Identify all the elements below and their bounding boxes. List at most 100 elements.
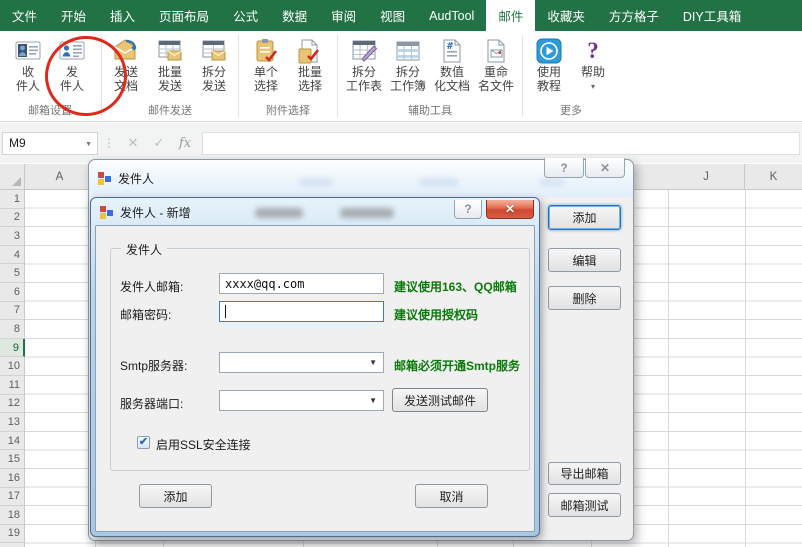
- edit-sender-button[interactable]: 编辑: [548, 248, 621, 272]
- send-test-mail-button[interactable]: 发送测试邮件: [392, 388, 488, 412]
- row-header-15[interactable]: 15: [0, 450, 24, 469]
- cancel-button[interactable]: 取消: [415, 484, 488, 508]
- server-port-combobox[interactable]: ▼: [219, 390, 384, 411]
- combo-dropdown-icon[interactable]: ▼: [369, 396, 377, 405]
- tab-audtool[interactable]: AudTool: [417, 0, 486, 31]
- email-password-input[interactable]: [219, 301, 384, 322]
- tab-ffcell[interactable]: 方方格子: [597, 0, 671, 31]
- new-sender-dialog-titlebar[interactable]: 发件人 - 新增: [100, 204, 191, 221]
- new-sender-close-button[interactable]: ✕: [486, 200, 534, 219]
- winforms-app-icon: [98, 172, 112, 186]
- group-label-attachment-select: 附件选择: [266, 100, 310, 121]
- email-password-hint: 建议使用授权码: [394, 306, 478, 323]
- single-select-button[interactable]: 单个 选择: [244, 34, 288, 93]
- column-header-k[interactable]: K: [745, 164, 802, 189]
- split-workbook-icon: [393, 36, 423, 66]
- single-select-label2: 选择: [254, 80, 278, 94]
- row-header-10[interactable]: 10: [0, 357, 24, 376]
- ssl-checkbox[interactable]: ✔: [137, 436, 150, 449]
- ribbon-group-attachment-select: 单个 选择 批量 选择 附件选择: [240, 31, 336, 121]
- delete-sender-button[interactable]: 删除: [548, 286, 621, 310]
- batch-send-label2: 发送: [158, 80, 182, 94]
- column-header-a[interactable]: A: [25, 164, 95, 189]
- tutorial-button[interactable]: 使用 教程: [527, 34, 571, 93]
- row-header-3[interactable]: 3: [0, 227, 24, 246]
- recipient-card-icon: [13, 36, 43, 66]
- split-workbook-button[interactable]: 拆分 工作簿: [386, 34, 430, 93]
- split-send-button[interactable]: 拆分 发送: [192, 34, 236, 93]
- batch-send-button[interactable]: 批量 发送: [148, 34, 192, 93]
- cancel-entry-icon[interactable]: ✕: [120, 132, 146, 155]
- row-header-12[interactable]: 12: [0, 395, 24, 414]
- row-header-19[interactable]: 19: [0, 525, 24, 544]
- name-box[interactable]: M9 ▼: [2, 132, 98, 155]
- row-header-8[interactable]: 8: [0, 320, 24, 339]
- new-sender-dialog: 发件人 - 新增 ? ✕ 发件人 发件人邮箱: xxxx@qq.com 建议使用…: [90, 197, 540, 537]
- row-header-7[interactable]: 7: [0, 302, 24, 321]
- batch-select-label: 批量: [298, 66, 322, 80]
- row-header-4[interactable]: 4: [0, 246, 24, 265]
- batch-select-button[interactable]: 批量 选择: [288, 34, 332, 93]
- row-header-11[interactable]: 11: [0, 376, 24, 395]
- row-header-18[interactable]: 18: [0, 506, 24, 525]
- tab-file[interactable]: 文件: [0, 0, 49, 31]
- formula-input[interactable]: [202, 132, 800, 155]
- insert-function-icon[interactable]: fx: [172, 132, 198, 155]
- help-dropdown-arrow-icon: ▾: [591, 80, 595, 94]
- mailbox-test-button[interactable]: 邮箱测试: [548, 493, 621, 517]
- row-header-13[interactable]: 13: [0, 413, 24, 432]
- column-header-j[interactable]: J: [668, 164, 745, 189]
- batch-select-icon: [295, 36, 325, 66]
- tab-mail[interactable]: 邮件: [486, 0, 535, 31]
- row-header-5[interactable]: 5: [0, 264, 24, 283]
- recipient-button[interactable]: 收 件人: [6, 34, 50, 93]
- row-header-16[interactable]: 16: [0, 469, 24, 488]
- tab-insert[interactable]: 插入: [98, 0, 147, 31]
- sender-dialog-close-button[interactable]: ✕: [585, 158, 625, 178]
- tab-home[interactable]: 开始: [49, 0, 98, 31]
- split-worksheet-button[interactable]: 拆分 工作表: [342, 34, 386, 93]
- smtp-server-label: Smtp服务器:: [120, 357, 187, 374]
- add-sender-button[interactable]: 添加: [548, 205, 621, 230]
- tab-review[interactable]: 审阅: [319, 0, 368, 31]
- send-document-icon: [111, 36, 141, 66]
- row-header-14[interactable]: 14: [0, 432, 24, 451]
- select-all-corner[interactable]: [0, 164, 25, 189]
- row-header-17[interactable]: 17: [0, 488, 24, 507]
- sender-email-input[interactable]: xxxx@qq.com: [219, 273, 384, 294]
- row-header-1[interactable]: 1: [0, 190, 24, 209]
- send-document-button[interactable]: 发送 文档: [104, 34, 148, 93]
- numeric-document-button[interactable]: # 数值 化文档: [430, 34, 474, 93]
- tab-diy-toolbox[interactable]: DIY工具箱: [671, 0, 753, 31]
- help-button[interactable]: ? 帮助 ▾: [571, 34, 615, 93]
- sender-dialog-help-button[interactable]: ?: [544, 158, 584, 178]
- tab-page-layout[interactable]: 页面布局: [147, 0, 221, 31]
- row-header-2[interactable]: 2: [0, 209, 24, 228]
- split-worksheet-label: 拆分: [352, 66, 376, 80]
- sender-email-hint: 建议使用163、QQ邮箱: [394, 278, 517, 295]
- export-mailbox-button[interactable]: 导出邮箱: [548, 462, 621, 485]
- smtp-server-combobox[interactable]: ▼: [219, 352, 384, 373]
- rename-file-button[interactable]: 重命 名文件: [474, 34, 518, 93]
- new-sender-dialog-title: 发件人 - 新增: [120, 204, 191, 221]
- tab-formulas[interactable]: 公式: [221, 0, 270, 31]
- group-label-mailbox-settings: 邮箱设置: [28, 100, 72, 121]
- name-box-dropdown-icon[interactable]: ▼: [85, 141, 92, 148]
- new-sender-help-button[interactable]: ?: [454, 200, 482, 219]
- confirm-entry-icon[interactable]: ✓: [146, 132, 172, 155]
- tutorial-play-icon: [534, 36, 564, 66]
- confirm-add-button[interactable]: 添加: [139, 484, 212, 508]
- tab-view[interactable]: 视图: [368, 0, 417, 31]
- rename-file-icon: [481, 36, 511, 66]
- row-header-6[interactable]: 6: [0, 283, 24, 302]
- sender-button[interactable]: 发 件人: [50, 34, 94, 93]
- sender-dialog-title: 发件人: [118, 170, 154, 187]
- rename-file-label2: 名文件: [478, 80, 514, 94]
- row-header-9-selected[interactable]: 9: [0, 339, 25, 358]
- batch-send-label: 批量: [158, 66, 182, 80]
- tab-favorites[interactable]: 收藏夹: [535, 0, 597, 31]
- combo-dropdown-icon[interactable]: ▼: [369, 358, 377, 367]
- name-box-value: M9: [9, 136, 26, 150]
- group-separator: [522, 35, 523, 117]
- tab-data[interactable]: 数据: [270, 0, 319, 31]
